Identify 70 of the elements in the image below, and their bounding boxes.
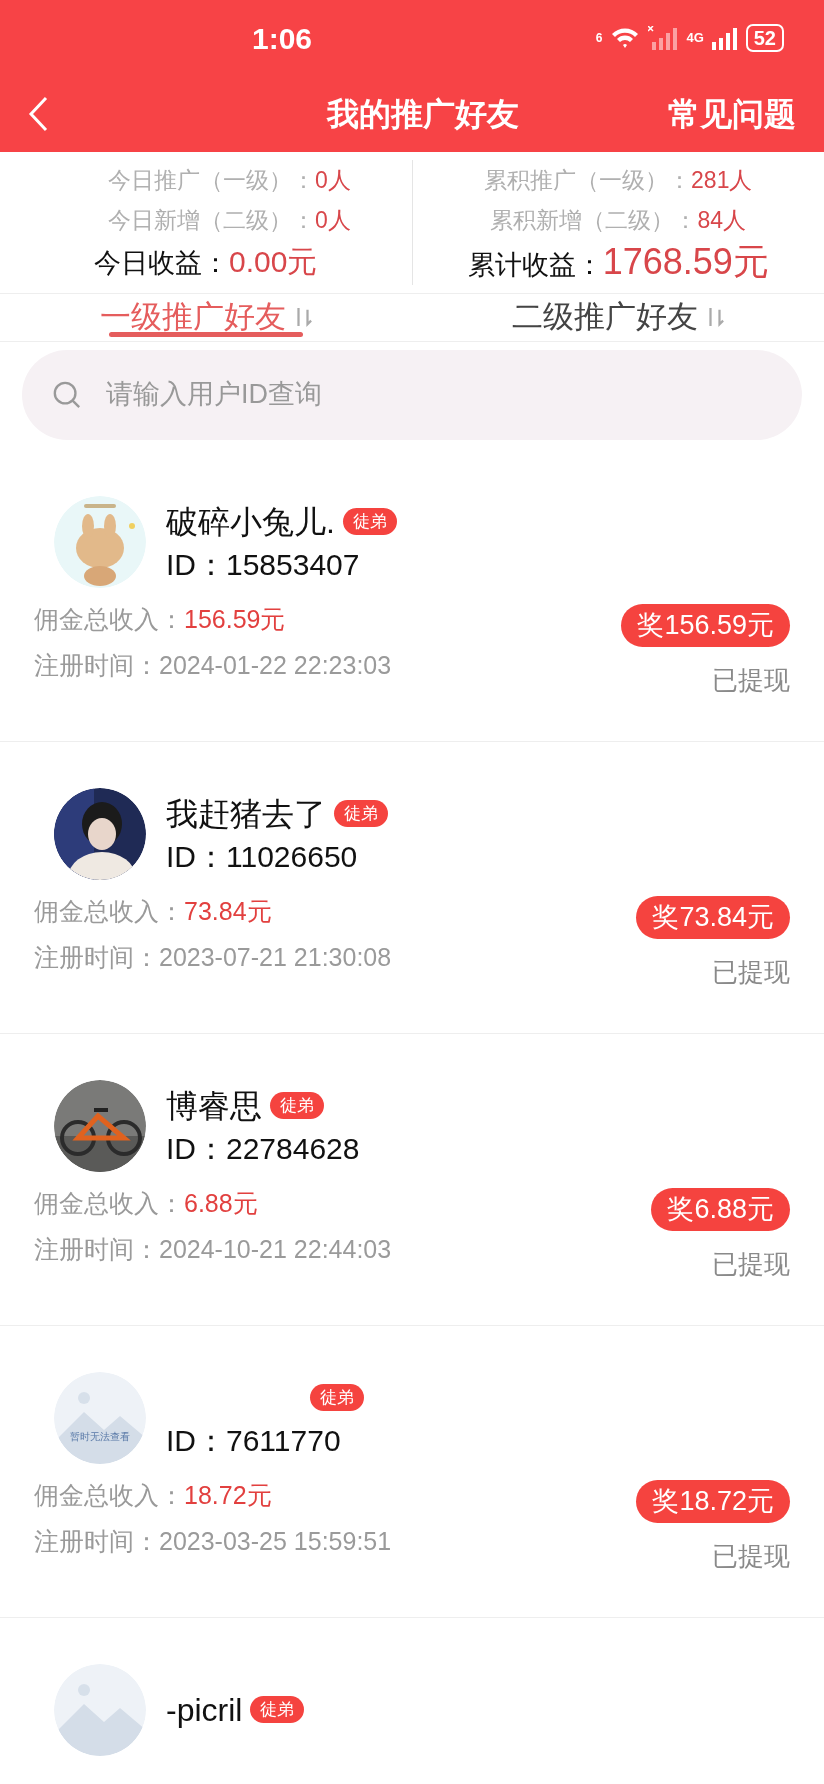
stat-label: 今日新增（二级）： — [107, 206, 315, 235]
id-label: ID： — [166, 838, 226, 875]
sort-icon — [294, 306, 312, 329]
register-label: 注册时间： — [34, 649, 159, 681]
friend-name: 博睿思 — [166, 1086, 262, 1126]
stat-value: 0人 — [314, 206, 351, 235]
total-value: 1768.59元 — [602, 242, 769, 282]
total-label: 累计收益： — [467, 249, 603, 282]
battery-level: 52 — [745, 24, 784, 52]
signal-icon — [711, 26, 738, 50]
search-field[interactable]: 请输入用户ID查询 — [22, 349, 802, 440]
withdrawn-status: 已提现 — [712, 1539, 790, 1573]
role-tag: 徒弟 — [250, 1696, 305, 1723]
friend-name: 破碎小兔儿. — [166, 502, 335, 542]
tab[interactable]: 一级推广好友 — [0, 294, 412, 341]
friend-name: -picril — [166, 1690, 243, 1730]
register-time: 2024-01-22 22:23:03 — [159, 649, 392, 681]
signal-icon — [648, 26, 679, 50]
id-label: ID： — [166, 1130, 226, 1167]
avatar-caption: 暂时无法查看 — [69, 1431, 131, 1442]
stat-value: 281人 — [691, 166, 753, 195]
status-time: 1:06 — [252, 20, 313, 57]
role-tag: 徒弟 — [334, 800, 388, 827]
reward-tag: 奖73.84元 — [636, 895, 790, 939]
total-label: 今日收益： — [94, 247, 230, 280]
user-id: 22784628 — [226, 1130, 360, 1167]
reward-tag: 奖156.59元 — [621, 603, 790, 647]
income-label: 佣金总收入： — [34, 603, 184, 635]
user-id: 11026650 — [226, 838, 358, 875]
register-label: 注册时间： — [34, 1233, 159, 1265]
withdrawn-status: 已提现 — [712, 663, 790, 697]
tab[interactable]: 二级推广好友 — [412, 294, 824, 341]
withdrawn-status: 已提现 — [712, 955, 790, 989]
id-label: ID： — [166, 1422, 226, 1459]
withdrawn-status: 已提现 — [712, 1247, 790, 1281]
register-label: 注册时间： — [34, 941, 159, 973]
page-title: 我的推广好友 — [327, 95, 519, 134]
friend-name: 我赶猪去了 — [166, 794, 326, 834]
stat-label: 今日推广（一级）： — [107, 166, 315, 195]
network-type: 4G — [686, 29, 704, 48]
back-icon[interactable] — [28, 96, 48, 132]
stat-label: 累积推广（一级）： — [484, 166, 692, 195]
faq-link[interactable]: 常见问题 — [668, 90, 796, 138]
income-value: 6.88元 — [184, 1187, 258, 1219]
income-label: 佣金总收入： — [34, 1479, 184, 1511]
income-label: 佣金总收入： — [34, 895, 184, 927]
register-time: 2024-10-21 22:44:03 — [159, 1233, 392, 1265]
income-value: 18.72元 — [184, 1479, 272, 1511]
stat-value: 0人 — [314, 166, 351, 195]
user-id: 7611770 — [226, 1422, 341, 1459]
wifi-tag: 6 — [595, 29, 603, 47]
role-tag: 徒弟 — [270, 1092, 324, 1119]
register-time: 2023-07-21 21:30:08 — [159, 941, 392, 973]
role-tag: 徒弟 — [342, 508, 397, 535]
income-label: 佣金总收入： — [34, 1187, 184, 1219]
income-value: 156.59元 — [184, 603, 286, 635]
total-value: 0.00元 — [229, 244, 318, 280]
reward-tag: 奖6.88元 — [651, 1187, 790, 1231]
stat-value: 84人 — [697, 206, 747, 235]
register-label: 注册时间： — [34, 1525, 159, 1557]
id-label: ID： — [166, 546, 226, 583]
register-time: 2023-03-25 15:59:51 — [159, 1525, 392, 1557]
search-icon — [52, 379, 82, 410]
role-tag: 徒弟 — [310, 1384, 364, 1411]
wifi-icon — [610, 26, 641, 50]
reward-tag: 奖18.72元 — [636, 1479, 790, 1523]
sort-icon — [706, 306, 724, 329]
stat-label: 累积新增（二级）： — [490, 206, 698, 235]
user-id: 15853407 — [226, 546, 360, 583]
income-value: 73.84元 — [184, 895, 272, 927]
